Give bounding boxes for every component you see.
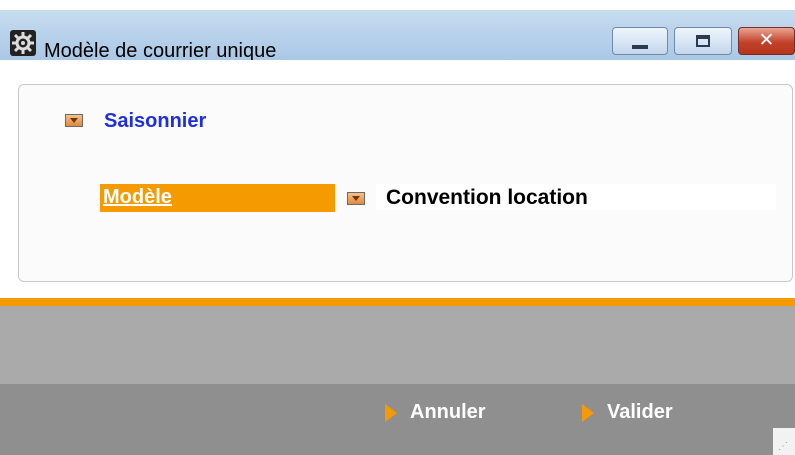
section-link-saisonnier[interactable]: Saisonnier [104,110,206,133]
close-icon: ✕ [758,29,775,51]
modele-select[interactable]: Convention location [376,184,776,210]
arrow-right-icon [582,404,594,422]
submit-button-label: Valider [607,401,673,423]
submit-button[interactable]: Valider [582,401,712,429]
arrow-right-icon [385,404,397,422]
top-strip [0,0,795,10]
footer-upper [0,306,795,384]
minimize-button[interactable] [612,27,668,55]
title-bar[interactable]: Modèle de courrier unique ✕ [0,10,795,62]
maximize-button[interactable] [674,27,732,55]
close-button[interactable]: ✕ [738,27,795,55]
minimize-icon [632,45,648,49]
cancel-button[interactable]: Annuler [385,401,520,429]
orange-divider [0,298,795,306]
maximize-icon [696,35,710,47]
resize-grip-icon: ⋰ [778,441,788,452]
field-label-modele[interactable]: Modèle [103,186,172,209]
dropdown-arrow-icon[interactable] [65,114,83,127]
dropdown-arrow-icon[interactable] [347,192,365,205]
cancel-button-label: Annuler [410,401,486,423]
app-gear-icon [10,30,36,56]
